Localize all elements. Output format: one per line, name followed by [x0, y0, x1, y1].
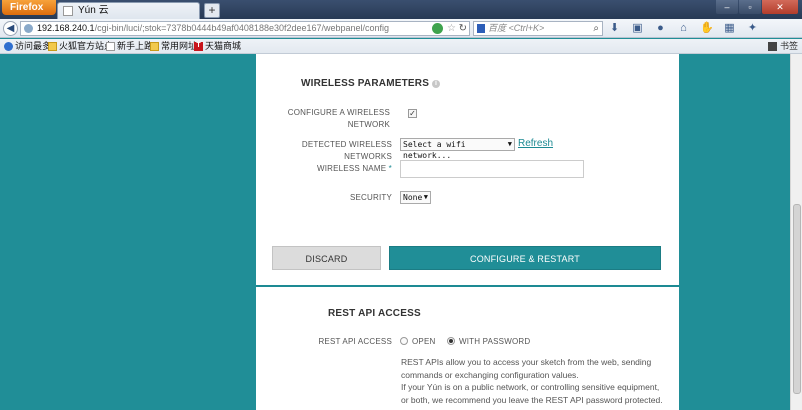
configure-wireless-label: CONFIGURE A WIRELESS NETWORK — [287, 108, 390, 129]
go-icon[interactable] — [432, 23, 443, 34]
reload-icon[interactable]: ↻ — [459, 22, 467, 35]
config-panel: WIRELESS PARAMETERS i CONFIGURE A WIRELES… — [256, 54, 679, 410]
discard-button[interactable]: DISCARD — [272, 246, 381, 270]
security-select[interactable]: None ▼ — [400, 191, 431, 204]
rest-api-section-title: REST API ACCESS — [328, 308, 421, 319]
rest-api-access-label: REST API ACCESS — [318, 337, 392, 346]
url-bar[interactable]: 192.168.240.1/cgi-bin/luci/;stok=7378b04… — [20, 21, 470, 36]
maximize-button[interactable]: ▫ — [739, 0, 761, 14]
bookmark-item[interactable]: 火狐官方站点 — [48, 40, 113, 53]
browser-tab[interactable]: Yún 云 — [57, 2, 200, 19]
bookmark-item[interactable]: 新手上路 — [106, 40, 153, 53]
download-icon[interactable]: ⬇ — [608, 21, 621, 35]
minimize-button[interactable]: – — [716, 0, 738, 14]
page-viewport: WIRELESS PARAMETERS i CONFIGURE A WIRELES… — [0, 54, 790, 410]
security-label: SECURITY — [349, 193, 392, 202]
url-path: /cgi-bin/luci/;stok=7378b0444b49af040818… — [94, 23, 390, 33]
bookmark-item[interactable]: 访问最多 — [4, 40, 51, 53]
bookmark-item[interactable]: T 天猫商城 — [194, 40, 241, 53]
folder-icon — [48, 42, 57, 51]
info-icon[interactable]: i — [432, 80, 441, 88]
navigation-bar: ◀ 192.168.240.1/cgi-bin/luci/;stok=7378b… — [0, 19, 802, 38]
bookmarks-bar: 访问最多 火狐官方站点 新手上路 常用网址 T 天猫商城 书签 — [0, 39, 802, 54]
detected-networks-label: DETECTED WIRELESS NETWORKS — [301, 140, 392, 161]
extension-icon[interactable]: ✦ — [746, 21, 759, 35]
search-icon[interactable]: ⌕ — [593, 22, 599, 35]
back-button[interactable]: ◀ — [3, 21, 18, 36]
page-favicon-icon — [63, 6, 73, 16]
apps-icon[interactable]: ▦ — [723, 21, 736, 35]
rest-api-password-radio[interactable] — [447, 337, 455, 345]
page-scrollbar[interactable] — [790, 54, 802, 410]
bookmark-page-icon — [4, 42, 13, 51]
rest-api-description: REST APIs allow you to access your sketc… — [401, 357, 663, 405]
screenshot-icon[interactable]: ▣ — [631, 21, 644, 35]
site-identity-icon[interactable] — [24, 24, 33, 33]
toolbar-icons: ⬇ ▣ ● ⌂ ✋ ▦ ✦ — [608, 21, 759, 35]
feedback-icon[interactable]: ✋ — [700, 21, 714, 35]
configure-wireless-checkbox[interactable]: ✓ — [408, 109, 417, 118]
bookmark-item[interactable]: 常用网址 — [150, 40, 197, 53]
wireless-name-input[interactable] — [400, 160, 584, 178]
chevron-down-icon: ▼ — [507, 140, 512, 148]
home-icon[interactable]: ⌂ — [677, 21, 690, 35]
tab-title: Yún 云 — [78, 5, 109, 16]
addon-icon[interactable]: ● — [654, 21, 667, 35]
rest-api-open-radio[interactable] — [400, 337, 408, 345]
url-host: 192.168.240.1 — [37, 23, 95, 33]
wifi-network-select[interactable]: Select a wifi network... ▼ — [400, 138, 515, 160]
tmall-icon: T — [194, 42, 203, 51]
wireless-name-label: WIRELESS NAME * — [316, 164, 392, 173]
chevron-down-icon: ▼ — [423, 193, 428, 201]
bookmarks-menu[interactable]: 书签 — [767, 40, 798, 53]
bookmark-star-icon[interactable]: ☆ — [447, 22, 456, 35]
section-divider — [256, 285, 679, 287]
search-bar[interactable]: 百度 <Ctrl+K> ⌕ — [473, 21, 603, 36]
close-window-button[interactable]: ✕ — [762, 0, 798, 14]
wireless-section-title: WIRELESS PARAMETERS i — [301, 78, 441, 89]
rest-api-password-label: WITH PASSWORD — [459, 337, 531, 346]
search-placeholder: 百度 <Ctrl+K> — [488, 23, 545, 33]
bookmarks-icon — [767, 42, 777, 51]
firefox-menu-button[interactable]: Firefox — [2, 0, 56, 15]
rest-api-open-label: OPEN — [412, 337, 436, 346]
search-engine-icon[interactable] — [477, 24, 485, 33]
folder-icon — [150, 42, 159, 51]
configure-restart-button[interactable]: CONFIGURE & RESTART — [389, 246, 661, 270]
browser-title-bar: Firefox Yún 云 + – ▫ ✕ — [0, 0, 802, 19]
refresh-link[interactable]: Refresh — [518, 138, 553, 149]
new-tab-button[interactable]: + — [204, 3, 220, 18]
scrollbar-thumb[interactable] — [793, 204, 801, 394]
page-icon — [106, 42, 115, 51]
window-controls: – ▫ ✕ — [716, 0, 798, 14]
